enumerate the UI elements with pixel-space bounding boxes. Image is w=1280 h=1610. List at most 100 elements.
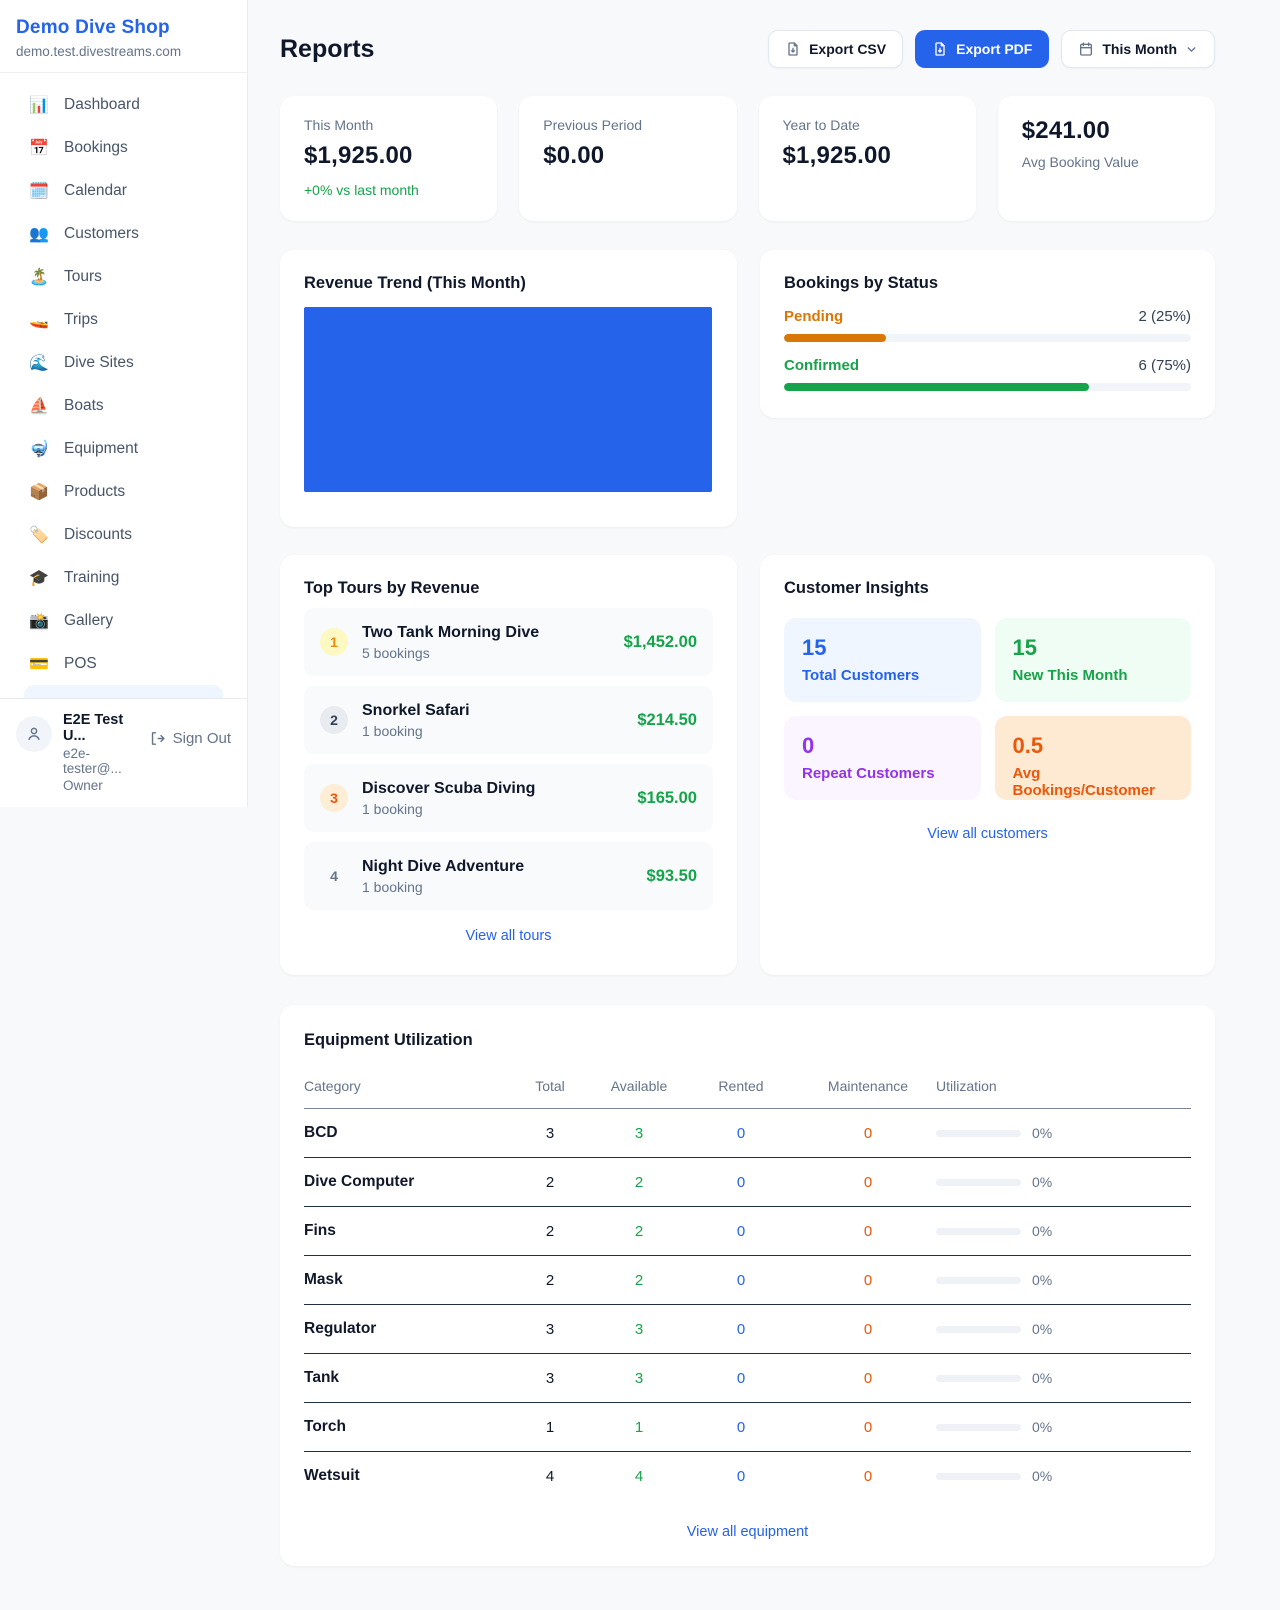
sidebar-item-tours[interactable]: 🏝️Tours bbox=[12, 255, 235, 298]
col-category: Category bbox=[304, 1070, 504, 1109]
user-footer: E2E Test U... e2e-tester@... Owner Sign … bbox=[0, 698, 247, 807]
stat-value: $1,925.00 bbox=[304, 142, 473, 170]
export-csv-button[interactable]: Export CSV bbox=[768, 30, 903, 68]
cell-category: Fins bbox=[304, 1207, 504, 1256]
status-progress-track bbox=[784, 334, 1191, 342]
user-role: Owner bbox=[63, 778, 138, 793]
table-row: BCD 3 3 0 0 0% bbox=[304, 1109, 1191, 1158]
cell-maintenance: 0 bbox=[800, 1452, 936, 1501]
view-all-customers-link[interactable]: View all customers bbox=[784, 826, 1191, 842]
cell-rented: 0 bbox=[682, 1305, 800, 1354]
period-dropdown[interactable]: This Month bbox=[1061, 30, 1215, 68]
cell-total: 1 bbox=[504, 1403, 596, 1452]
cell-available: 3 bbox=[596, 1109, 682, 1158]
utilization-cell: 0% bbox=[936, 1174, 1191, 1190]
top-tours-card: Top Tours by Revenue 1 Two Tank Morning … bbox=[280, 555, 737, 975]
gallery-icon: 📸 bbox=[29, 611, 49, 631]
cell-maintenance: 0 bbox=[800, 1354, 936, 1403]
stat-label: Previous Period bbox=[543, 117, 712, 133]
sidebar-item-trips[interactable]: 🚤 Trips bbox=[12, 298, 235, 341]
page-header: Reports Export CSV Export PDF This Month bbox=[280, 30, 1215, 68]
tour-row: 1 Two Tank Morning Dive 5 bookings $1,45… bbox=[304, 608, 713, 676]
col-available: Available bbox=[596, 1070, 682, 1109]
utilization-cell: 0% bbox=[936, 1125, 1191, 1141]
export-pdf-button[interactable]: Export PDF bbox=[915, 30, 1049, 68]
dashboard-icon: 📊 bbox=[29, 95, 49, 115]
table-row: Torch 1 1 0 0 0% bbox=[304, 1403, 1191, 1452]
cell-rented: 0 bbox=[682, 1452, 800, 1501]
sidebar-item-label: Trips bbox=[64, 311, 98, 329]
chevron-down-icon bbox=[1185, 43, 1198, 56]
equipment-utilization-title: Equipment Utilization bbox=[304, 1031, 1191, 1050]
sidebar-item-training[interactable]: 🎓 Training bbox=[12, 556, 235, 599]
calendar-icon bbox=[1078, 41, 1094, 57]
sidebar-item-equipment[interactable]: 🤿Equipment bbox=[12, 427, 235, 470]
discounts-icon: 🏷️ bbox=[29, 525, 49, 545]
file-download-icon bbox=[785, 41, 801, 57]
tours-icon: 🏝️ bbox=[29, 267, 49, 287]
shop-name: Demo Dive Shop bbox=[16, 17, 231, 39]
sign-out-button[interactable]: Sign Out bbox=[149, 730, 231, 747]
table-row: Regulator 3 3 0 0 0% bbox=[304, 1305, 1191, 1354]
sidebar-item-bookings[interactable]: 📅Bookings bbox=[12, 126, 235, 169]
sidebar-item-products[interactable]: 📦Products bbox=[12, 470, 235, 513]
tour-name: Snorkel Safari bbox=[362, 702, 470, 720]
sidebar-item-label: Products bbox=[64, 483, 125, 501]
utilization-cell: 0% bbox=[936, 1419, 1191, 1435]
export-pdf-label: Export PDF bbox=[956, 41, 1032, 57]
sidebar-item-label: Discounts bbox=[64, 526, 132, 544]
utilization-cell: 0% bbox=[936, 1370, 1191, 1386]
stat-label: Year to Date bbox=[783, 117, 952, 133]
utilization-track bbox=[936, 1277, 1021, 1284]
utilization-track bbox=[936, 1228, 1021, 1235]
cell-category: BCD bbox=[304, 1109, 504, 1158]
tour-revenue: $1,452.00 bbox=[624, 633, 697, 652]
sidebar-item-discounts[interactable]: 🏷️ Discounts bbox=[12, 513, 235, 556]
tile-value: 15 bbox=[802, 635, 963, 661]
stat-label: This Month bbox=[304, 117, 473, 133]
sidebar-item-label: Dive Sites bbox=[64, 354, 134, 372]
sidebar-item-label: POS bbox=[64, 655, 97, 673]
stat-card-this-month: This Month $1,925.00 +0% vs last month bbox=[280, 96, 497, 221]
sidebar-item-label: Gallery bbox=[64, 612, 113, 630]
sidebar-item-dive-sites[interactable]: 🌊Dive Sites bbox=[12, 341, 235, 384]
cell-maintenance: 0 bbox=[800, 1158, 936, 1207]
tour-bookings: 1 booking bbox=[362, 723, 470, 739]
tour-revenue: $214.50 bbox=[637, 711, 697, 730]
charts-row: Revenue Trend (This Month) Bookings by S… bbox=[280, 250, 1215, 527]
tour-row: 2 Snorkel Safari 1 booking $214.50 bbox=[304, 686, 713, 754]
sidebar-item-label: Customers bbox=[64, 225, 139, 243]
cell-available: 1 bbox=[596, 1403, 682, 1452]
sidebar-item-gallery[interactable]: 📸 Gallery bbox=[12, 599, 235, 642]
sidebar-item-label: Boats bbox=[64, 397, 104, 415]
cell-maintenance: 0 bbox=[800, 1256, 936, 1305]
sidebar-item-calendar[interactable]: 🗓️Calendar bbox=[12, 169, 235, 212]
sidebar-item-label: Training bbox=[64, 569, 119, 587]
view-all-tours-link[interactable]: View all tours bbox=[304, 928, 713, 944]
equipment-table: Category Total Available Rented Maintena… bbox=[304, 1070, 1191, 1500]
reports-page: Demo Dive Shop demo.test.divestreams.com… bbox=[0, 0, 1280, 1610]
sidebar-item-pos[interactable]: 💳POS bbox=[12, 642, 235, 685]
brand-block: Demo Dive Shop demo.test.divestreams.com bbox=[0, 0, 247, 73]
cell-total: 4 bbox=[504, 1452, 596, 1501]
status-progress-fill bbox=[784, 383, 1089, 391]
stat-value: $1,925.00 bbox=[783, 142, 952, 170]
training-icon: 🎓 bbox=[29, 568, 49, 588]
user-name: E2E Test U... bbox=[63, 712, 138, 744]
cell-available: 2 bbox=[596, 1158, 682, 1207]
sidebar-item-dashboard[interactable]: 📊Dashboard bbox=[12, 83, 235, 126]
view-all-equipment-link[interactable]: View all equipment bbox=[304, 1524, 1191, 1540]
tour-name: Two Tank Morning Dive bbox=[362, 624, 539, 642]
export-csv-label: Export CSV bbox=[809, 41, 886, 57]
cell-total: 3 bbox=[504, 1109, 596, 1158]
cell-category: Dive Computer bbox=[304, 1158, 504, 1207]
cell-available: 4 bbox=[596, 1452, 682, 1501]
cell-total: 2 bbox=[504, 1256, 596, 1305]
insight-tiles: 15 Total Customers 15 New This Month 0 R… bbox=[784, 618, 1191, 800]
revenue-trend-card: Revenue Trend (This Month) bbox=[280, 250, 737, 527]
sidebar-item-boats[interactable]: ⛵Boats bbox=[12, 384, 235, 427]
sidebar-item-customers[interactable]: 👥Customers bbox=[12, 212, 235, 255]
sidebar-item-reports-partial[interactable] bbox=[24, 685, 223, 698]
status-progress-fill bbox=[784, 334, 886, 342]
trips-icon: 🚤 bbox=[29, 310, 49, 330]
